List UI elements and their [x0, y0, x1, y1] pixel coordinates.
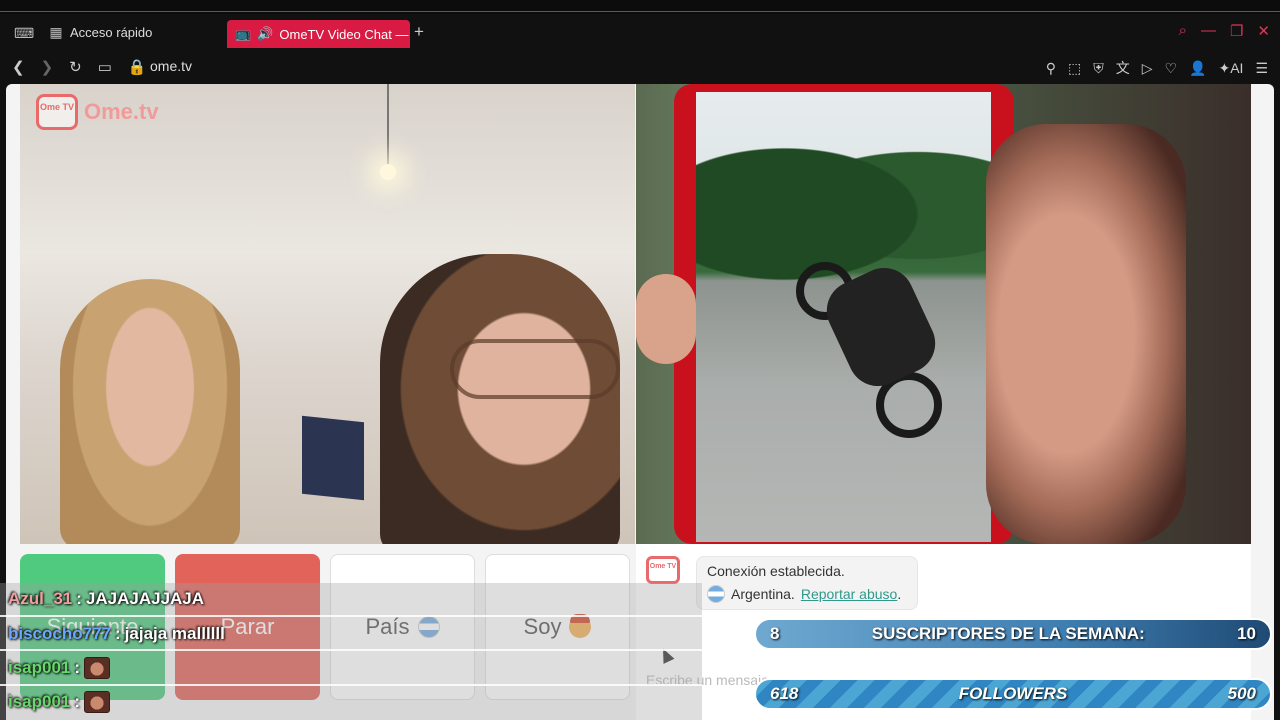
chat-divider [0, 649, 702, 651]
connection-status: Conexión establecida. [707, 563, 845, 579]
subs-label: SUSCRIPTORES DE LA SEMANA: [871, 624, 1145, 643]
restore-icon[interactable]: ❐ [1230, 22, 1243, 40]
chat-message: JAJAJAJJAJA [85, 589, 205, 608]
crop-icon[interactable]: ⬚ [1068, 60, 1081, 77]
tab-quick-access-label: Acceso rápido [70, 24, 153, 40]
tab-quick-access[interactable]: ▦ Acceso rápido [48, 24, 152, 40]
thumb [636, 274, 696, 364]
glasses [450, 339, 620, 399]
wall-tv [302, 415, 364, 501]
subs-goal-bar: 8 SUSCRIPTORES DE LA SEMANA: 10 [754, 618, 1272, 650]
subs-target: 10 [1237, 624, 1256, 643]
partner-country: Argentina. [731, 586, 795, 602]
pin-icon[interactable]: ⚲ [1046, 60, 1056, 77]
menu-icon[interactable]: ☰ [1255, 60, 1268, 77]
remote-video [636, 84, 1251, 544]
chat-divider [0, 615, 702, 617]
forward-icon[interactable]: ❯ [41, 58, 54, 76]
hand [986, 124, 1186, 544]
stream-chat-overlay: Azul_31 : JAJAJAJJAJA biscocho777 : jaja… [0, 583, 702, 720]
chat-message: jajaja mallllll [124, 624, 225, 643]
followers-label: FOLLOWERS [958, 684, 1068, 703]
chat-username: Azul_31 [8, 589, 73, 608]
logo-badge: Ome TV [36, 94, 78, 130]
motorcycle-wheelie [796, 258, 986, 502]
search-icon[interactable]: ⌕ [1179, 22, 1187, 40]
address-bar: ❮ ❯ ↻ ▭ 🔒 ome.tv ⚲ ⬚ ⛨ 文 ▷ ♡ 👤 ✦AI ☰ [0, 52, 1280, 82]
ai-label: AI [1230, 59, 1244, 76]
tab-title: OmeTV Video Chat — [279, 26, 409, 42]
tab-ometv[interactable]: 📺 🔊 OmeTV Video Chat — [227, 20, 410, 48]
lamp-cord [387, 84, 389, 166]
chat-separator: : [74, 692, 81, 711]
stream-chat-line: biscocho777 : jajaja mallllll [8, 624, 225, 644]
nav-buttons: ❮ ❯ ↻ ▭ 🔒 [12, 58, 147, 76]
tv-favicon-icon: 📺 [235, 26, 252, 41]
lock-icon[interactable]: 🔒 [128, 58, 147, 76]
translate-icon[interactable]: 文 [1116, 58, 1130, 78]
followers-current: 618 [770, 684, 799, 703]
heart-icon[interactable]: ♡ [1164, 60, 1177, 77]
window-top-strip [0, 0, 1280, 14]
accent-line [0, 11, 1280, 12]
chat-separator: : [74, 658, 81, 677]
play-icon[interactable]: ▷ [1142, 60, 1153, 77]
person-glasses [380, 254, 620, 544]
followers-target: 500 [1227, 684, 1256, 703]
system-message: Conexión establecida. Argentina. Reporta… [696, 556, 918, 610]
local-video: Ome TV Ome.tv [20, 84, 635, 544]
chat-username: biscocho777 [8, 624, 111, 643]
shield-icon[interactable]: ⛨ [1093, 60, 1104, 77]
camera-icon[interactable]: ▭ [98, 58, 112, 76]
chat-separator: : [76, 589, 82, 608]
toolbar-icons: ⚲ ⬚ ⛨ 文 ▷ ♡ 👤 ✦AI ☰ [1046, 58, 1268, 78]
face-emote-icon [84, 657, 111, 679]
chat-logo-icon: Ome TV [646, 556, 680, 584]
followers-goal-bar: 618 FOLLOWERS 500 [754, 678, 1272, 710]
ometv-logo[interactable]: Ome TV Ome.tv [36, 94, 159, 130]
profile-icon[interactable]: 👤 [1189, 60, 1206, 77]
stream-chat-line: isap001 : [8, 657, 111, 679]
trees [696, 112, 991, 282]
face-emote-icon [84, 691, 111, 713]
subs-current: 8 [770, 624, 780, 643]
url-field[interactable]: ome.tv [150, 58, 192, 74]
minimize-icon[interactable]: — [1201, 22, 1216, 40]
lamp [380, 164, 396, 180]
close-icon[interactable]: ✕ [1257, 22, 1270, 40]
reload-icon[interactable]: ↻ [69, 58, 82, 76]
chat-username: isap001 [8, 692, 71, 711]
report-suffix: . [897, 586, 902, 602]
argentina-flag-icon [707, 585, 725, 603]
chat-divider [0, 684, 702, 686]
report-abuse-link[interactable]: Reportar abuso [801, 586, 898, 602]
new-tab-button[interactable]: + [414, 22, 424, 42]
gamepad-icon[interactable]: ⌨ [14, 25, 34, 41]
chat-username: isap001 [8, 658, 71, 677]
window-controls: ⌕ — ❐ ✕ [1179, 22, 1270, 40]
ai-button[interactable]: ✦AI [1218, 60, 1243, 77]
grid-icon: ▦ [49, 24, 63, 40]
logo-text: Ome.tv [84, 99, 159, 124]
tab-bar: ⌨ ▦ Acceso rápido 📺 🔊 OmeTV Video Chat —… [0, 14, 1280, 52]
stream-chat-line: isap001 : [8, 691, 111, 713]
speaker-icon[interactable]: 🔊 [257, 26, 273, 42]
chat-separator: : [115, 624, 121, 643]
person-blonde [60, 279, 240, 544]
back-icon[interactable]: ❮ [12, 58, 25, 76]
phone-screen [696, 92, 991, 542]
stream-chat-line: Azul_31 : JAJAJAJJAJA [8, 589, 204, 609]
